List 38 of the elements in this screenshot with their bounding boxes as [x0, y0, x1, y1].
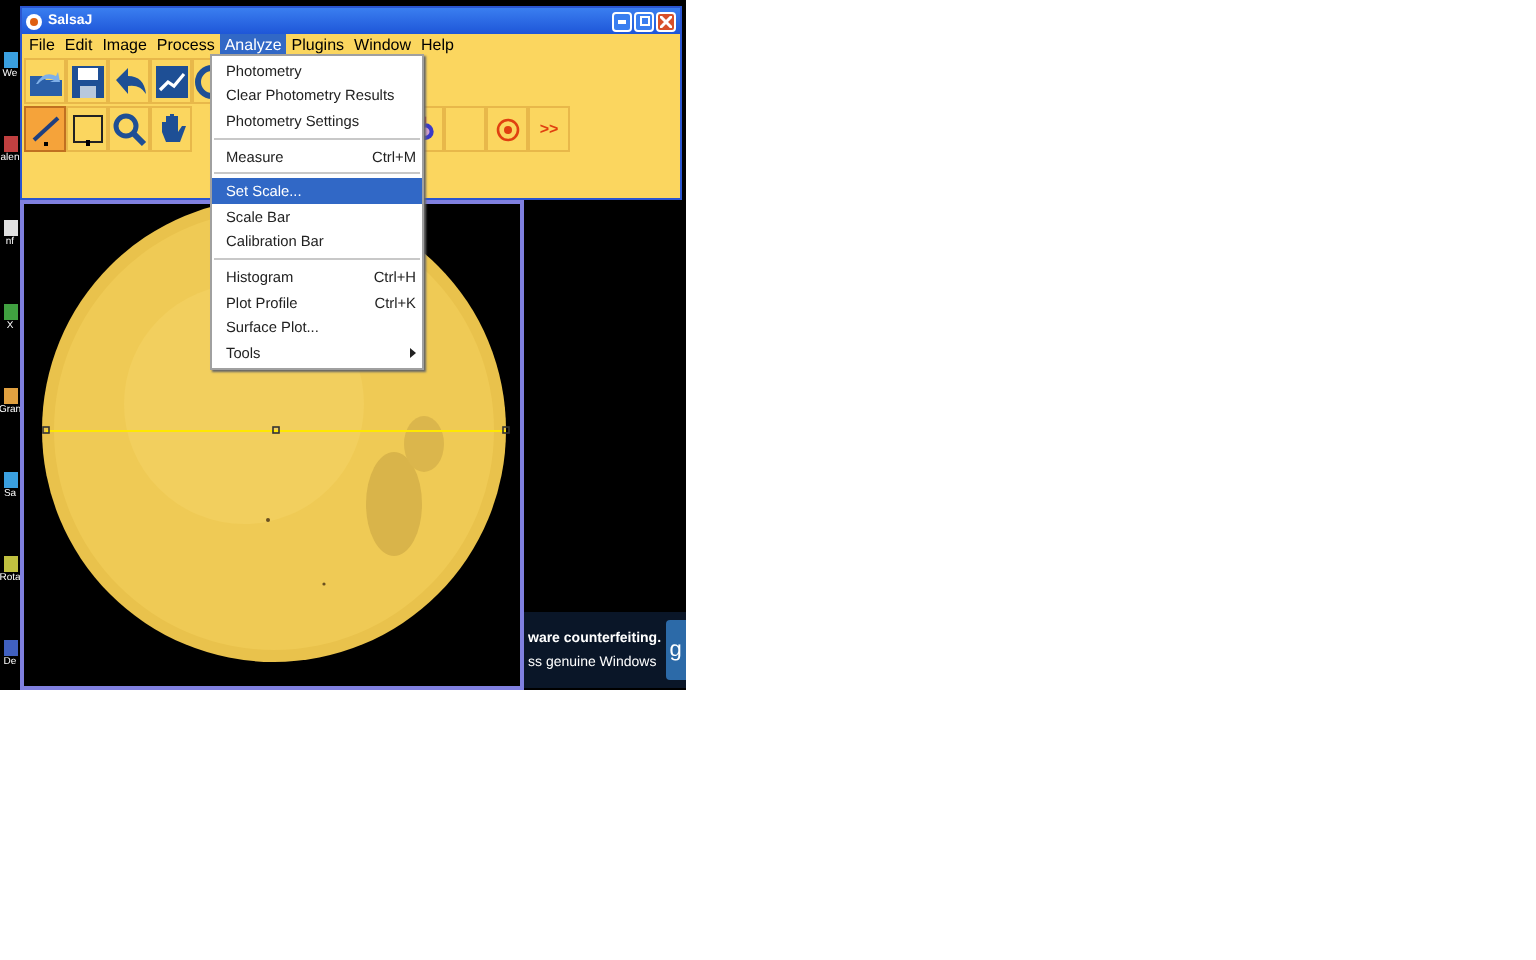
tool-button[interactable]	[150, 106, 192, 152]
tool-button[interactable]	[66, 58, 108, 104]
menu-item[interactable]: Plugins	[286, 34, 350, 56]
desktop-shortcut-icon[interactable]	[3, 220, 17, 236]
desktop-shortcut-icon[interactable]	[3, 556, 17, 572]
desktop-shortcut-icon[interactable]	[3, 472, 17, 488]
close-icon	[660, 15, 672, 27]
minimize-button[interactable]	[612, 11, 632, 31]
menu-item[interactable]: File	[24, 34, 60, 56]
ring-icon	[194, 63, 214, 99]
desktop-shortcut-icon[interactable]	[3, 52, 17, 68]
line-tool-icon	[27, 111, 63, 147]
menu-item[interactable]: Window	[349, 34, 416, 56]
close-button[interactable]	[656, 11, 676, 31]
tool-button[interactable]	[24, 106, 66, 152]
menu-item[interactable]: Image	[97, 34, 152, 56]
selection-line[interactable]	[42, 426, 510, 436]
maximize-icon	[639, 16, 649, 26]
menu-item[interactable]: Analyze	[219, 34, 287, 56]
app-logo-icon	[26, 13, 42, 29]
menu-item[interactable]: Edit	[59, 34, 98, 56]
menu-item[interactable]: Help	[416, 34, 459, 56]
tool-button[interactable]	[66, 106, 108, 152]
submenu-arrow-icon	[410, 347, 416, 358]
tool-button[interactable]	[108, 106, 150, 152]
minimize-icon	[618, 19, 626, 23]
undo-arrow-icon	[111, 63, 147, 99]
menu-item[interactable]: Process	[151, 34, 220, 56]
tool-button[interactable]	[150, 58, 192, 104]
desktop-shortcut-icon[interactable]	[3, 304, 17, 320]
magnifier-icon	[111, 111, 147, 147]
tool-button[interactable]	[108, 58, 150, 104]
desktop-shortcut-icon[interactable]	[3, 388, 17, 404]
rectangle-tool-icon	[69, 111, 105, 147]
line-chart-icon	[153, 63, 189, 99]
maximize-button[interactable]	[634, 11, 654, 31]
get-genuine-button[interactable]: g	[665, 620, 686, 680]
stop-icon	[495, 117, 519, 141]
